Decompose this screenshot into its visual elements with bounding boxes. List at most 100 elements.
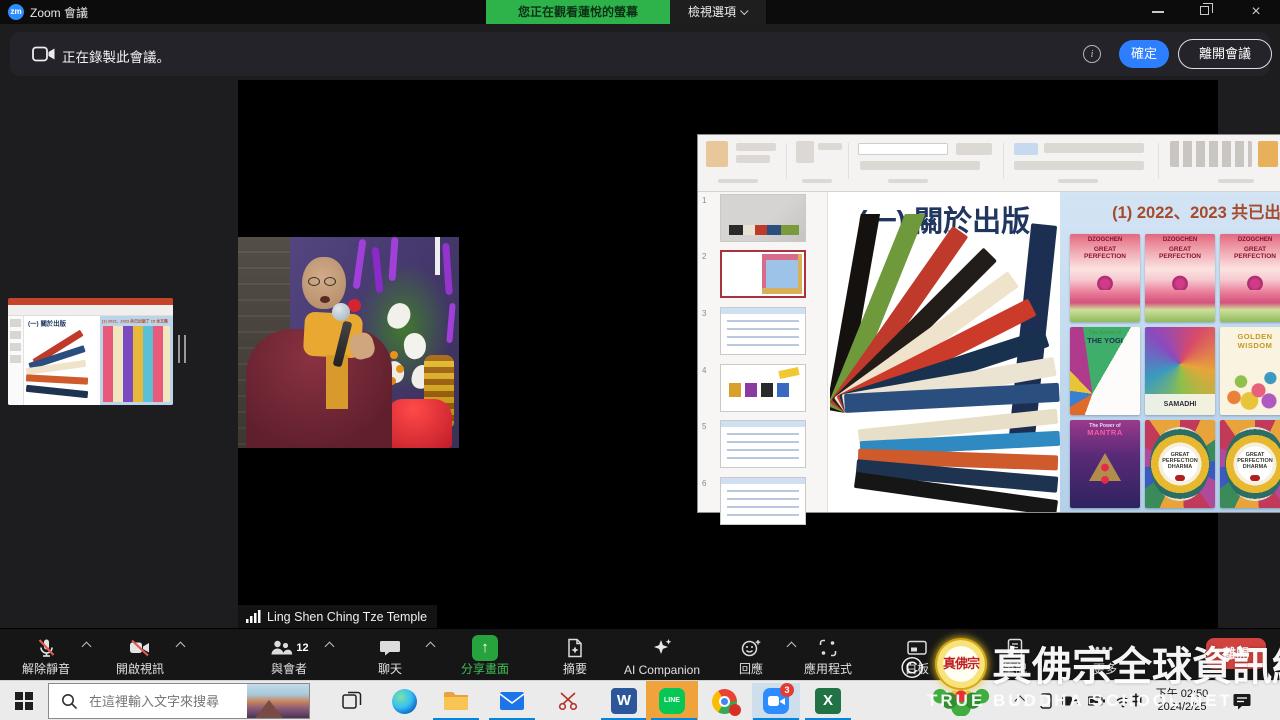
info-icon[interactable]: i	[1083, 45, 1101, 63]
excel-button[interactable]: X	[804, 681, 852, 720]
chat-button[interactable]: 聊天	[342, 631, 438, 679]
leave-button[interactable]: 離開	[1206, 638, 1266, 669]
mail-button[interactable]	[488, 681, 536, 720]
decor	[796, 141, 814, 163]
preview-drag-handle[interactable]	[178, 335, 186, 363]
slide-thumbnail-3[interactable]	[720, 307, 806, 355]
mini-slide-title: (一) 關於出版	[28, 319, 84, 328]
mini-ppt-ribbon	[8, 305, 173, 316]
taskbar-search[interactable]	[48, 683, 310, 719]
search-daily-image[interactable]	[247, 684, 309, 718]
book-cover: The Sword ofTHE YOGI	[1070, 327, 1140, 415]
flower-decor	[390, 351, 398, 359]
taskbar-clock[interactable]: 下午 02:50 2024/2/25	[1146, 688, 1218, 714]
decor	[706, 141, 728, 167]
slide-thumbnail-4[interactable]	[720, 364, 806, 412]
chrome-icon	[712, 689, 737, 714]
word-icon: W	[611, 688, 637, 714]
zoom-toolbar: 解除靜音 開啟視訊 12 與會者 聊	[0, 628, 1280, 680]
decor	[718, 179, 758, 183]
decor	[26, 385, 88, 398]
ppt-slide: (一) 關於出版	[828, 192, 1280, 512]
word-button[interactable]: W	[600, 681, 648, 720]
edge-browser-button[interactable]	[380, 681, 428, 720]
action-center-button[interactable]	[1224, 681, 1260, 720]
decor	[888, 179, 928, 183]
decor	[736, 143, 776, 151]
tray-battery-icon[interactable]	[1088, 696, 1105, 706]
ime-indicator[interactable]: 中	[1126, 681, 1146, 720]
whiteboard-button[interactable]: 白板	[869, 631, 965, 679]
mail-icon	[499, 691, 525, 711]
glasses-decor	[308, 277, 320, 286]
decor	[1003, 143, 1004, 179]
start-video-button[interactable]: 開啟視訊	[92, 631, 188, 679]
screen-watch-banner: 您正在觀看蓮悅的螢幕	[486, 0, 670, 24]
slide-number: 3	[702, 309, 716, 318]
start-button[interactable]	[0, 681, 48, 720]
tray-phone-icon[interactable]	[1040, 693, 1052, 709]
decor	[1058, 179, 1098, 183]
leave-meeting-button[interactable]: 離開會議	[1178, 39, 1272, 69]
shared-powerpoint-window: 1 2 3 4 5 6 (一) 關於出版	[698, 135, 1280, 512]
zoom-app-button[interactable]: 3	[752, 681, 800, 720]
participants-button[interactable]: 12 與會者	[241, 631, 337, 679]
chrome-button[interactable]	[700, 681, 748, 720]
toolbar-label: 更多	[1045, 660, 1165, 677]
book-cover: DZOGCHENGREAT PERFECTION	[1070, 234, 1140, 322]
hidden-icons-chevron[interactable]	[1014, 695, 1025, 706]
window-titlebar: zm Zoom 會議 您正在觀看蓮悅的螢幕 檢視選項 ×	[0, 0, 1280, 24]
whiteboard-icon	[906, 638, 928, 658]
view-options-button[interactable]: 檢視選項	[670, 0, 766, 24]
recording-message: 正在錄製此會議。	[62, 46, 170, 66]
apps-icon	[817, 637, 839, 659]
restore-button[interactable]	[1200, 6, 1209, 15]
shared-screen-preview[interactable]: (一) 關於出版 (1) 2022、2023 共已出版了 15 本文集	[8, 298, 173, 405]
line-icon: LINE	[659, 688, 685, 714]
slide-right-title: (1) 2022、2023 共已出版了 15 本文集	[1060, 199, 1280, 223]
minimize-button[interactable]	[1152, 11, 1164, 13]
shared-screen-canvas: 1 2 3 4 5 6 (一) 關於出版	[238, 80, 1218, 628]
summary-doc-icon	[565, 637, 585, 659]
search-input[interactable]	[87, 684, 247, 718]
tray-camera-icon[interactable]	[1062, 695, 1078, 707]
slide-thumbnail-1[interactable]	[720, 194, 806, 242]
confirm-button[interactable]: 確定	[1119, 40, 1169, 68]
zoom-meeting-window: zm Zoom 會議 您正在觀看蓮悅的螢幕 檢視選項 × 正在錄製此會議。 i …	[0, 0, 1280, 720]
glasses-decor	[324, 277, 336, 286]
decor	[10, 331, 21, 339]
line-app-button[interactable]: LINE	[648, 681, 696, 720]
decor	[786, 143, 787, 179]
slide-thumbnail-6[interactable]	[720, 477, 806, 525]
participants-icon	[269, 638, 293, 658]
task-view-icon	[342, 691, 362, 711]
share-screen-icon: ↑	[472, 635, 498, 661]
more-button[interactable]: ••• 更多	[1057, 631, 1153, 679]
notes-icon	[1005, 637, 1025, 659]
decor	[1170, 141, 1252, 167]
signal-bars-icon	[246, 610, 261, 623]
recording-camera-icon	[32, 45, 56, 63]
book-cover: DZOGCHENGREAT PERFECTION	[1220, 234, 1280, 322]
slide-thumbnail-2-selected[interactable]	[720, 250, 806, 298]
ppt-thumbnail-panel: 1 2 3 4 5 6	[698, 192, 828, 512]
red-bag-decor	[388, 399, 452, 448]
book-cover: The Power ofMANTRA	[1070, 420, 1140, 508]
mini-covers-grid	[103, 326, 170, 402]
view-options-label: 檢視選項	[688, 5, 736, 19]
presenter-name: Ling Shen Ching Tze Temple	[267, 610, 427, 624]
windows-taskbar: W LINE 3 X	[0, 680, 1280, 720]
decor	[1014, 143, 1038, 155]
snipping-tool-button[interactable]	[544, 681, 592, 720]
slide-number: 2	[702, 252, 716, 261]
task-view-button[interactable]	[328, 681, 376, 720]
decor	[1014, 161, 1144, 170]
file-explorer-button[interactable]	[432, 681, 480, 720]
candle-decor	[435, 237, 440, 275]
book-cover: GOLDEN WISDOM	[1220, 327, 1280, 415]
slide-thumbnail-5[interactable]	[720, 420, 806, 468]
close-button[interactable]: ×	[1247, 1, 1265, 23]
books-photo	[830, 214, 1060, 512]
book-cover: DZOGCHENGREAT PERFECTION	[1145, 234, 1215, 322]
decor	[956, 143, 992, 155]
